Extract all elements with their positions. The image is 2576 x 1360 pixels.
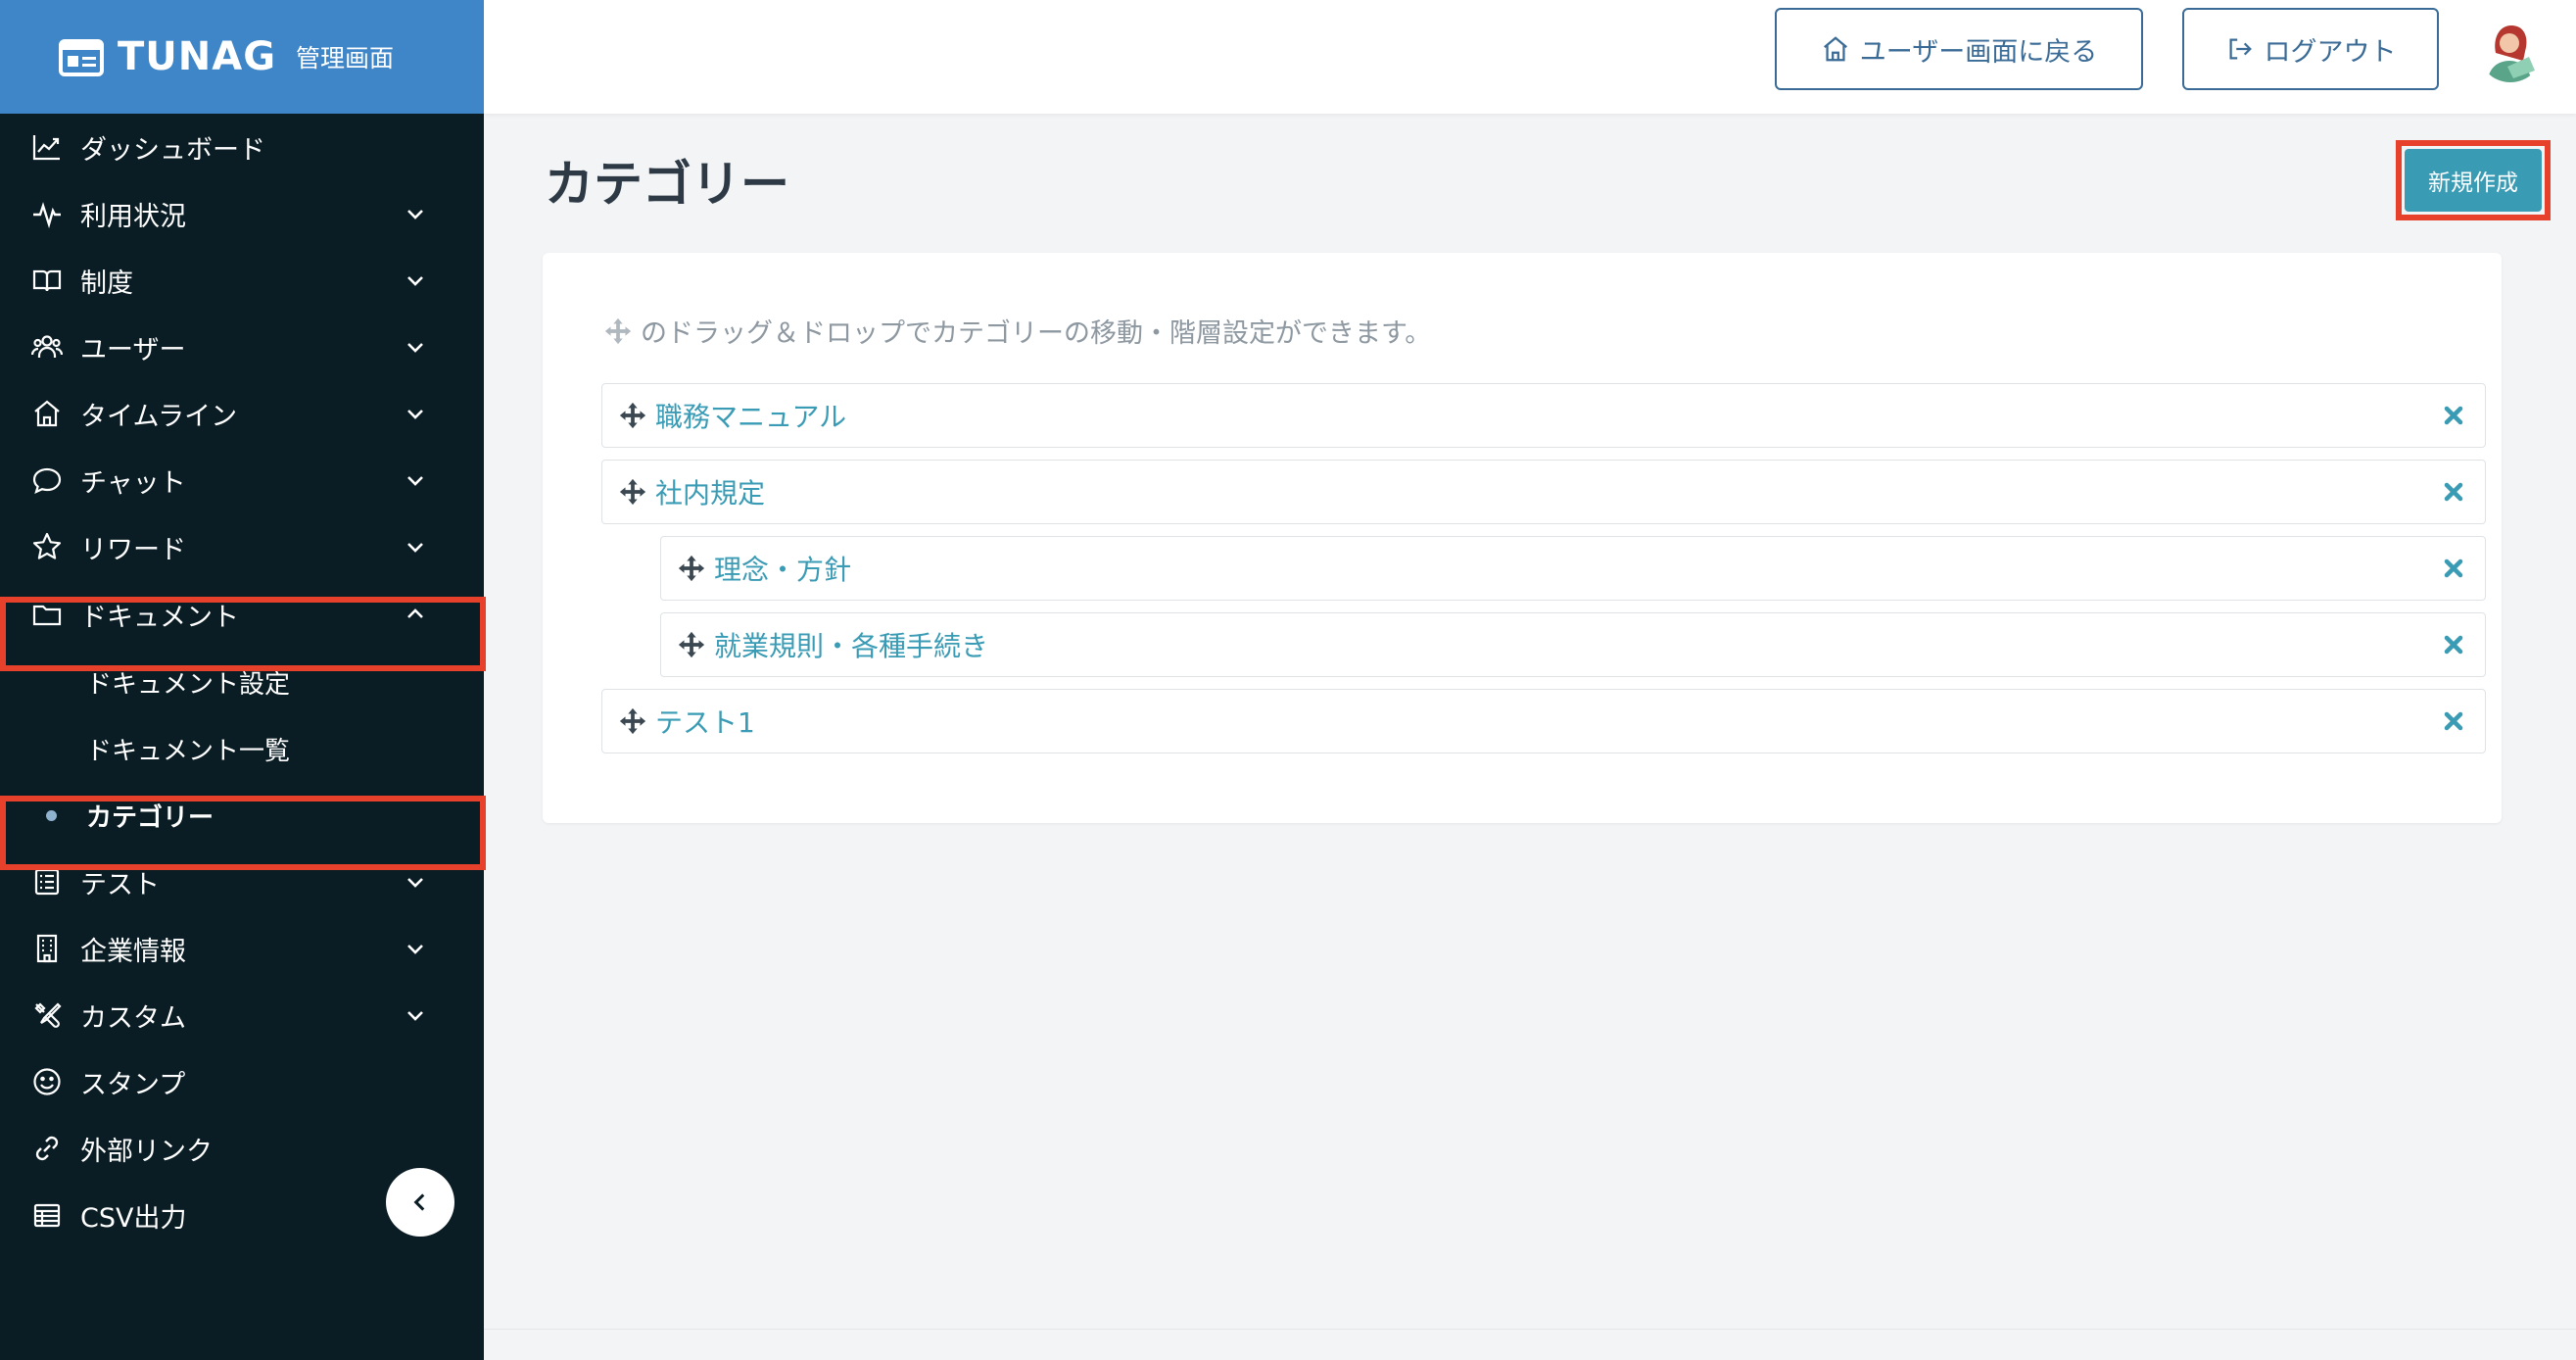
- building-icon: [36, 934, 58, 963]
- back-to-user-screen-label: ユーザー画面に戻る: [1859, 36, 2098, 68]
- sidebar-item-label: カスタム: [80, 1002, 186, 1034]
- move-handle-icon[interactable]: [677, 554, 706, 583]
- sidebar-item-label: 制度: [80, 267, 133, 299]
- sidebar-subitem-document-list[interactable]: ドキュメント一覧: [0, 715, 484, 782]
- collapse-sidebar-button[interactable]: [386, 1168, 454, 1237]
- sidebar-item-label: テスト: [80, 869, 160, 900]
- move-handle-icon[interactable]: [618, 706, 647, 736]
- avatar[interactable]: [2478, 18, 2543, 82]
- delete-x-icon[interactable]: [2442, 633, 2465, 656]
- sidebar-item-custom[interactable]: カスタム: [0, 982, 484, 1048]
- chevron-down-icon: [407, 543, 423, 553]
- sidebar-item-label: ダッシュボード: [80, 134, 265, 166]
- chevron-down-icon: [407, 1011, 423, 1021]
- sidebar-item-dashboard[interactable]: ダッシュボード: [0, 114, 484, 180]
- chevron-down-icon: [407, 945, 423, 954]
- sidebar-item-timeline[interactable]: タイムライン: [0, 380, 484, 447]
- move-handle-icon[interactable]: [677, 630, 706, 659]
- smile-icon: [33, 1068, 61, 1095]
- sidebar-item-system[interactable]: 制度: [0, 247, 484, 314]
- logout-button[interactable]: ログアウト: [2182, 8, 2439, 90]
- sidebar-item-company[interactable]: 企業情報: [0, 915, 484, 982]
- sidebar-item-label: 利用状況: [80, 201, 186, 232]
- drag-hint: のドラッグ＆ドロップでカテゴリーの移動・階層設定ができます。: [603, 312, 1431, 350]
- sidebar-item-label: 外部リンク: [80, 1136, 213, 1167]
- move-handle-icon[interactable]: [618, 477, 647, 507]
- highlight-new-button: 新規作成: [2396, 140, 2551, 220]
- tools-icon: [34, 1002, 62, 1028]
- delete-x-icon[interactable]: [2442, 709, 2465, 733]
- sidebar-item-users[interactable]: ユーザー: [0, 314, 484, 380]
- chevron-down-icon: [407, 410, 423, 419]
- sidebar-item-label: スタンプ: [80, 1069, 186, 1100]
- category-label[interactable]: テスト1: [655, 702, 755, 741]
- category-label[interactable]: 社内規定: [655, 472, 765, 511]
- logout-icon: [2229, 38, 2252, 60]
- sidebar-item-chat[interactable]: チャット: [0, 447, 484, 513]
- folder-icon: [32, 605, 62, 626]
- tunag-logo-icon: [59, 39, 104, 76]
- delete-x-icon[interactable]: [2442, 480, 2465, 504]
- sidebar-item-label: CSV出力: [80, 1202, 187, 1234]
- chevron-left-icon: [413, 1193, 425, 1211]
- sidebar-subitem-label: ドキュメント設定: [86, 669, 291, 700]
- footer-divider: [484, 1329, 2576, 1330]
- chevron-down-icon: [407, 476, 423, 486]
- chevron-down-icon: [407, 343, 423, 353]
- chevron-down-icon: [407, 210, 423, 219]
- sidebar-item-label: ユーザー: [80, 334, 186, 365]
- chevron-up-icon: [407, 608, 423, 618]
- sidebar-item-test[interactable]: テスト: [0, 849, 484, 915]
- brand-header[interactable]: TUNAG 管理画面: [0, 0, 484, 114]
- back-to-user-screen-button[interactable]: ユーザー画面に戻る: [1775, 8, 2143, 90]
- sidebar-item-stamp[interactable]: スタンプ: [0, 1048, 484, 1115]
- sidebar-item-label: ドキュメント: [80, 602, 239, 633]
- move-handle-icon[interactable]: [618, 401, 647, 430]
- table-icon: [33, 1203, 61, 1228]
- brand-subtitle: 管理画面: [296, 44, 395, 73]
- page-title: カテゴリー: [545, 156, 789, 213]
- chevron-down-icon: [407, 276, 423, 286]
- checklist-icon: [34, 868, 60, 896]
- sidebar-item-label: 企業情報: [80, 936, 186, 967]
- sidebar-subitem-document-settings[interactable]: ドキュメント設定: [0, 649, 484, 715]
- move-arrows-icon: [604, 317, 632, 344]
- category-row[interactable]: 職務マニュアル: [601, 383, 2486, 448]
- sidebar: TUNAG 管理画面 ダッシュボード 利用状況 制度 ユーザー タイムライン チ…: [0, 0, 486, 1360]
- chat-bubble-icon: [32, 467, 62, 495]
- new-category-button[interactable]: 新規作成: [2405, 149, 2542, 212]
- link-icon: [35, 1136, 59, 1161]
- sidebar-item-usage[interactable]: 利用状況: [0, 180, 484, 247]
- category-row-child[interactable]: 理念・方針: [660, 536, 2486, 601]
- sidebar-subitem-label: ドキュメント一覧: [86, 736, 291, 766]
- category-label[interactable]: 職務マニュアル: [655, 396, 846, 435]
- delete-x-icon[interactable]: [2442, 404, 2465, 427]
- category-label[interactable]: 理念・方針: [714, 549, 851, 588]
- book-open-icon: [32, 269, 62, 292]
- star-icon: [32, 532, 62, 559]
- users-icon: [31, 335, 63, 358]
- sidebar-item-label: タイムライン: [80, 401, 238, 432]
- sidebar-item-document[interactable]: ドキュメント: [0, 580, 484, 649]
- brand-name: TUNAG: [118, 34, 277, 79]
- home-icon: [34, 400, 60, 427]
- active-dot-icon: [46, 809, 57, 821]
- delete-x-icon[interactable]: [2442, 557, 2465, 580]
- sidebar-subitem-label: カテゴリー: [86, 802, 215, 833]
- sidebar-item-label: リワード: [80, 534, 186, 565]
- home-icon: [1823, 36, 1847, 62]
- category-row-child[interactable]: 就業規則・各種手続き: [660, 612, 2486, 677]
- chart-line-icon: [32, 135, 60, 161]
- sidebar-subitem-category[interactable]: カテゴリー: [0, 782, 484, 849]
- sidebar-item-reward[interactable]: リワード: [0, 513, 484, 580]
- drag-hint-text: のドラッグ＆ドロップでカテゴリーの移動・階層設定ができます。: [641, 318, 1432, 349]
- sidebar-item-label: チャット: [80, 467, 186, 499]
- category-row[interactable]: テスト1: [601, 689, 2486, 753]
- user-avatar-icon: [2478, 18, 2543, 82]
- category-row[interactable]: 社内規定: [601, 460, 2486, 524]
- activity-icon: [33, 202, 61, 229]
- logout-label: ログアウト: [2264, 36, 2397, 68]
- chevron-down-icon: [407, 878, 423, 888]
- category-label[interactable]: 就業規則・各種手続き: [714, 625, 988, 664]
